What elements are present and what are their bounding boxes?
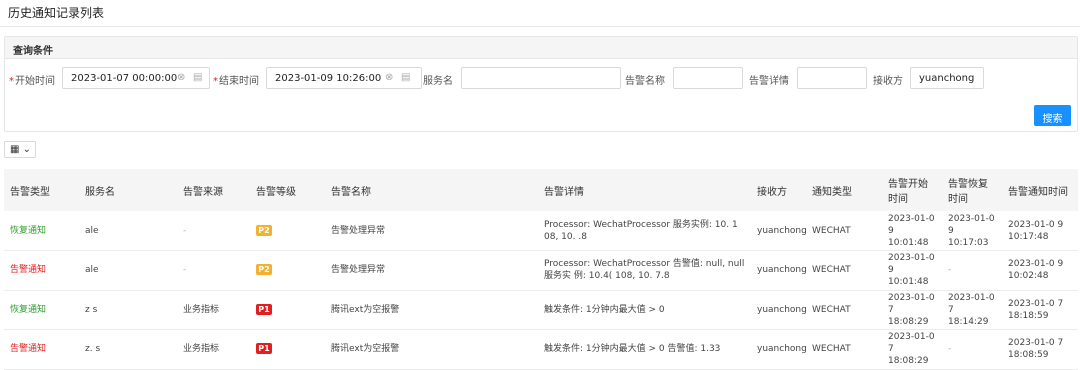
alarm-type: 告警通知: [4, 250, 79, 291]
col-header: 告警通知时间: [1002, 169, 1078, 211]
recover-time: 2023-01-0 7 18:14:29: [942, 290, 1002, 330]
level-badge: P2: [256, 264, 272, 276]
start-time-value: 2023-01-07 00:00:00: [71, 73, 178, 84]
alarm-detail: 触发条件: 1分钟内最大值 > 0: [538, 290, 751, 330]
col-header: 服务名: [79, 169, 177, 211]
page-title: 历史通知记录列表: [8, 6, 105, 20]
history-table: 告警类型 服务名 告警来源 告警等级 告警名称 告警详情 接收方 通知类型 告警…: [4, 169, 1078, 370]
alarm-source: -: [177, 211, 250, 251]
receiver-label: 接收方: [873, 76, 903, 87]
notify-type: WECHAT: [806, 250, 882, 291]
col-header: 告警来源: [177, 169, 250, 211]
receiver: yuanchong: [751, 211, 807, 251]
receiver: yuanchong: [751, 290, 807, 330]
level-badge: P1: [256, 303, 272, 315]
start-time-label: *开始时间: [9, 76, 55, 87]
start-time: 2023-01-0 9 10:01:48: [882, 250, 942, 291]
notify-time: 2023-01-0 7 18:18:59: [1002, 290, 1078, 330]
title-divider: [0, 26, 1080, 27]
service-name: ale: [79, 250, 177, 291]
calendar-icon[interactable]: ▤: [401, 72, 410, 83]
col-header: 通知类型: [806, 169, 882, 211]
level-badge: P1: [256, 343, 272, 355]
receiver-input[interactable]: yuanchong: [910, 67, 984, 89]
table-row[interactable]: 告警通知 z. s 业务指标 P1 腾讯ext为空报警 触发条件: 1分钟内最大…: [4, 329, 1078, 370]
notify-time: 2023-01-0 9 10:02:48: [1002, 250, 1078, 291]
table-header-row: 告警类型 服务名 告警来源 告警等级 告警名称 告警详情 接收方 通知类型 告警…: [4, 169, 1078, 211]
service-name: z s: [79, 290, 177, 330]
notify-time: 2023-01-0 7 18:08:59: [1002, 329, 1078, 370]
service-name-input[interactable]: [461, 67, 621, 89]
search-button[interactable]: 搜索: [1034, 105, 1071, 126]
table-row[interactable]: 告警通知 ale - P2 告警处理异常 Processor: WechatPr…: [4, 250, 1078, 291]
column-settings-icon[interactable]: ▦ ⌄: [4, 141, 36, 158]
col-header: 告警等级: [250, 169, 325, 211]
alarm-type: 恢复通知: [4, 290, 79, 330]
alarm-detail-input[interactable]: [797, 67, 867, 89]
alarm-name-input[interactable]: [673, 67, 743, 89]
end-time-value: 2023-01-09 10:26:00: [275, 73, 382, 84]
notify-time: 2023-01-0 9 10:17:48: [1002, 211, 1078, 251]
alarm-name-label: 告警名称: [625, 76, 665, 87]
alarm-name: 告警处理异常: [325, 211, 538, 251]
recover-time: -: [942, 329, 1002, 370]
service-name: ale: [79, 211, 177, 251]
clear-icon[interactable]: ⊗: [177, 72, 185, 83]
receiver: yuanchong: [751, 329, 807, 370]
alarm-name: 告警处理异常: [325, 250, 538, 291]
alarm-source: 业务指标: [177, 290, 250, 330]
notify-type: WECHAT: [806, 211, 882, 251]
query-fields-row: *开始时间 2023-01-07 00:00:00 ⊗ ▤ *结束时间 2023…: [5, 67, 1077, 89]
alarm-type: 恢复通知: [4, 211, 79, 251]
alarm-detail: 触发条件: 1分钟内最大值 > 0 告警值: 1.33: [538, 329, 751, 370]
start-time: 2023-01-0 7 18:08:29: [882, 290, 942, 330]
col-header: 告警类型: [4, 169, 79, 211]
notify-type: WECHAT: [806, 329, 882, 370]
start-time: 2023-01-0 9 10:01:48: [882, 211, 942, 251]
table-row[interactable]: 恢复通知 ale - P2 告警处理异常 Processor: WechatPr…: [4, 211, 1078, 251]
query-panel: 查询条件 *开始时间 2023-01-07 00:00:00 ⊗ ▤ *结束时间…: [4, 36, 1078, 132]
alarm-name: 腾讯ext为空报警: [325, 329, 538, 370]
level-badge: P2: [256, 224, 272, 236]
alarm-detail: Processor: WechatProcessor 服务实例: 10. 1 0…: [538, 211, 751, 251]
alarm-source: 业务指标: [177, 329, 250, 370]
start-time-input[interactable]: 2023-01-07 00:00:00 ⊗ ▤: [62, 67, 210, 89]
end-time-label: *结束时间: [213, 76, 259, 87]
alarm-detail: Processor: WechatProcessor 告警值: null, nu…: [538, 250, 751, 291]
alarm-source: -: [177, 250, 250, 291]
col-header: 接收方: [751, 169, 806, 211]
recover-time: -: [942, 250, 1002, 291]
service-name: z. s: [79, 329, 177, 370]
alarm-type: 告警通知: [4, 329, 79, 370]
query-panel-title: 查询条件: [5, 37, 1077, 59]
col-header: 告警恢复时间: [942, 169, 1002, 211]
recover-time: 2023-01-0 9 10:17:03: [942, 211, 1002, 251]
alarm-name: 腾讯ext为空报警: [325, 290, 538, 330]
calendar-icon[interactable]: ▤: [193, 72, 202, 83]
receiver: yuanchong: [751, 250, 807, 291]
clear-icon[interactable]: ⊗: [385, 72, 393, 83]
col-header: 告警名称: [325, 169, 538, 211]
col-header: 告警开始时间: [882, 169, 942, 211]
alarm-detail-label: 告警详情: [749, 76, 789, 87]
notify-type: WECHAT: [806, 290, 882, 330]
table-row[interactable]: 恢复通知 z s 业务指标 P1 腾讯ext为空报警 触发条件: 1分钟内最大值…: [4, 290, 1078, 330]
end-time-input[interactable]: 2023-01-09 10:26:00 ⊗ ▤: [266, 67, 422, 89]
service-name-label: 服务名: [423, 76, 453, 87]
start-time: 2023-01-0 7 18:08:29: [882, 329, 942, 370]
col-header: 告警详情: [538, 169, 751, 211]
